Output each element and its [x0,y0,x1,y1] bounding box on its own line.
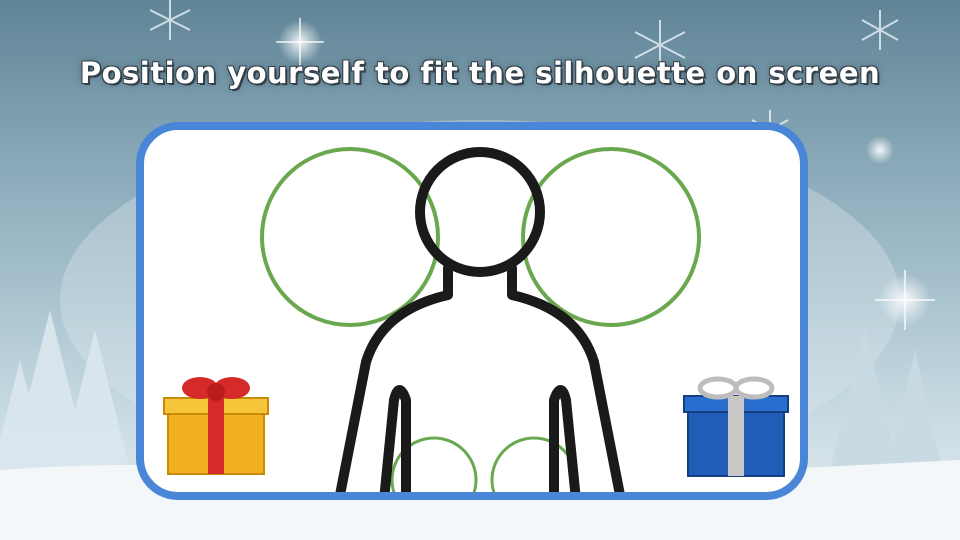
blue-gift-box-icon [680,376,792,484]
instruction-text: Position yourself to fit the silhouette … [79,56,881,90]
right-target-circle [521,147,701,327]
person-silhouette-icon [335,147,625,492]
left-target-circle [260,147,440,327]
right-lower-target-circle [490,436,578,492]
gold-gift-box-icon [160,370,272,482]
